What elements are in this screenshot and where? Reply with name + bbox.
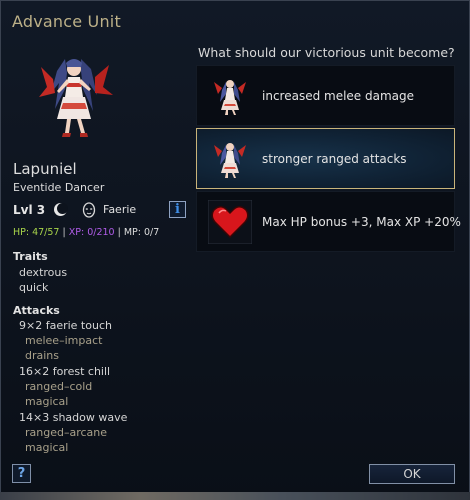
xp-stat: XP: 0/210	[68, 227, 115, 238]
unit-level: Lvl 3	[13, 203, 46, 217]
faerie-unit-icon	[214, 143, 246, 178]
hp-stat: HP: 47/57	[13, 227, 60, 238]
unit-stats: HP: 47/57 | XP: 0/210 | MP: 0/7	[13, 227, 159, 238]
advancement-option-melee[interactable]: increased melee damage	[196, 65, 455, 126]
help-button[interactable]: ?	[12, 464, 31, 483]
dialog-title: Advance Unit	[12, 12, 121, 31]
moon-icon[interactable]	[53, 202, 68, 217]
advance-question: What should our victorious unit become?	[198, 45, 455, 60]
advance-unit-dialog: Advance Unit Lapuniel Eventide Dancer Lv…	[0, 0, 470, 500]
stat-separator: |	[117, 227, 121, 238]
unit-type: Eventide Dancer	[13, 181, 105, 194]
unit-info-button[interactable]: i	[169, 201, 186, 218]
attack-name[interactable]: 14×3 shadow wave	[19, 411, 127, 424]
faerie-unit-icon	[214, 80, 246, 115]
attack-type[interactable]: melee–impact	[25, 334, 102, 347]
level-row: Lvl 3 Faerie	[13, 201, 136, 219]
attack-special[interactable]: drains	[25, 349, 59, 362]
unit-portrait	[39, 59, 113, 137]
advancement-option-amla[interactable]: Max HP bonus +3, Max XP +20%	[196, 191, 461, 252]
attack-type[interactable]: ranged–cold	[25, 380, 92, 393]
unit-race: Faerie	[103, 203, 137, 216]
attack-name[interactable]: 9×2 faerie touch	[19, 319, 112, 332]
trait-item[interactable]: dextrous	[19, 266, 67, 279]
faerie-mask-icon[interactable]	[81, 201, 97, 218]
attack-type[interactable]: ranged–arcane	[25, 426, 107, 439]
attacks-header: Attacks	[13, 304, 60, 317]
option-label: increased melee damage	[262, 89, 415, 103]
heart-icon	[208, 200, 252, 244]
background-strip	[0, 492, 470, 500]
attack-special[interactable]: magical	[25, 441, 68, 454]
attack-name[interactable]: 16×2 forest chill	[19, 365, 110, 378]
traits-header: Traits	[13, 250, 48, 263]
stat-separator: |	[62, 227, 66, 238]
ok-button[interactable]: OK	[369, 464, 455, 484]
mp-stat: MP: 0/7	[123, 227, 160, 238]
attack-special[interactable]: magical	[25, 395, 68, 408]
option-label: Max HP bonus +3, Max XP +20%	[262, 215, 461, 229]
unit-name: Lapuniel	[13, 160, 77, 178]
option-label: stronger ranged attacks	[262, 152, 407, 166]
trait-item[interactable]: quick	[19, 281, 48, 294]
advancement-option-ranged[interactable]: stronger ranged attacks	[196, 128, 455, 189]
